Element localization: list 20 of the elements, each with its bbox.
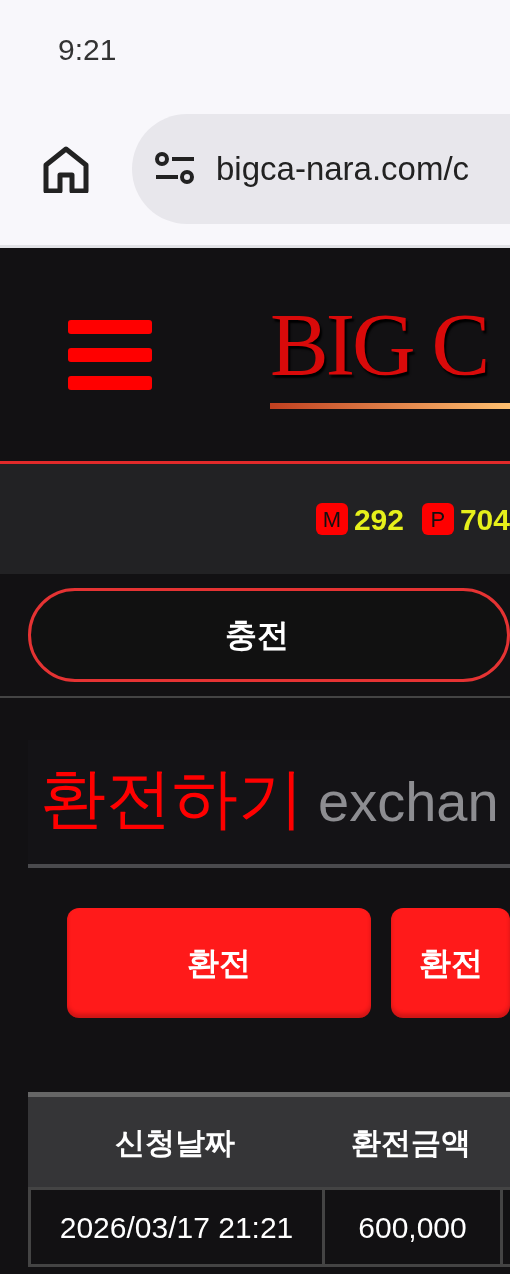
charge-button[interactable]: 충전 [28, 588, 510, 682]
home-icon[interactable] [42, 145, 90, 193]
column-header: 신청날짜 [28, 1097, 322, 1187]
exchange-button[interactable]: 환전 [391, 908, 510, 1018]
menu-icon[interactable] [68, 317, 152, 392]
site-settings-icon[interactable] [154, 152, 196, 186]
url-text: bigca-nara.com/c [216, 149, 470, 190]
page-title: 환전하기 [40, 762, 304, 835]
balance-badge: M [315, 503, 348, 535]
table-cell: 2026/03/17 21:21 [28, 1187, 322, 1267]
page-subtitle: exchan [318, 769, 499, 835]
logo-text[interactable]: BIG C [270, 300, 510, 389]
exchange-button[interactable]: 환전 [67, 908, 371, 1018]
address-bar[interactable]: bigca-nara.com/c [132, 114, 510, 224]
balance-badge: P [421, 503, 454, 535]
status-time: 9:21 [57, 32, 118, 68]
balance-value: 292 [353, 501, 404, 538]
balance-value: 704 [459, 501, 510, 538]
column-header: 환전금액 [322, 1097, 500, 1187]
table-cell: 600,000 [322, 1187, 500, 1267]
